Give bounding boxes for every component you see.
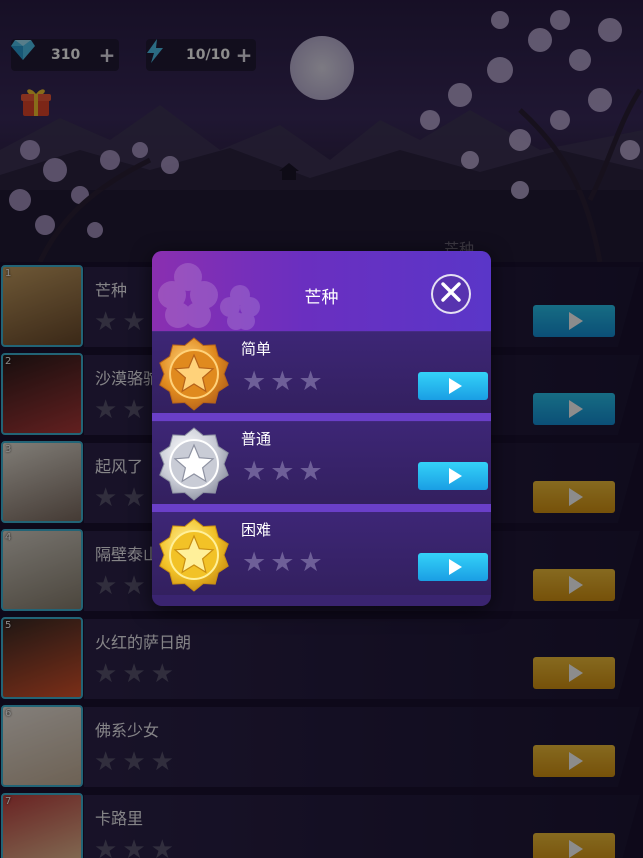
play-icon bbox=[448, 468, 462, 484]
star-icon: ★ bbox=[270, 547, 295, 578]
star-icon: ★ bbox=[298, 547, 323, 578]
difficulty-separator bbox=[152, 413, 491, 421]
difficulty-play-button[interactable] bbox=[418, 553, 488, 581]
star-icon: ★ bbox=[242, 366, 267, 397]
difficulty-name: 困难 bbox=[241, 521, 272, 539]
difficulty-star-rating: ★ ★ ★ bbox=[242, 549, 323, 576]
difficulty-separator bbox=[152, 504, 491, 512]
star-icon: ★ bbox=[242, 456, 267, 487]
difficulty-star-rating: ★ ★ ★ bbox=[242, 458, 323, 485]
close-button[interactable] bbox=[431, 274, 471, 314]
play-icon bbox=[448, 378, 462, 394]
difficulty-row-silver: 普通 ★ ★ ★ bbox=[152, 422, 491, 504]
difficulty-name: 普通 bbox=[241, 430, 272, 448]
star-icon: ★ bbox=[242, 547, 267, 578]
bronze-medal-icon bbox=[159, 337, 229, 411]
difficulty-row-gold: 困难 ★ ★ ★ bbox=[152, 513, 491, 595]
difficulty-play-button[interactable] bbox=[418, 462, 488, 490]
star-icon: ★ bbox=[270, 366, 295, 397]
difficulty-modal: 芒种 简单 ★ ★ ★ 普通 ★ ★ ★ 困难 ★ ★ ★ bbox=[152, 251, 491, 606]
close-icon bbox=[441, 282, 461, 306]
silver-medal-icon bbox=[159, 427, 229, 501]
play-icon bbox=[448, 559, 462, 575]
difficulty-play-button[interactable] bbox=[418, 372, 488, 400]
difficulty-star-rating: ★ ★ ★ bbox=[242, 368, 323, 395]
star-icon: ★ bbox=[298, 366, 323, 397]
difficulty-row-bronze: 简单 ★ ★ ★ bbox=[152, 332, 491, 414]
star-icon: ★ bbox=[298, 456, 323, 487]
difficulty-name: 简单 bbox=[241, 340, 272, 358]
modal-header: 芒种 bbox=[152, 251, 491, 331]
gold-medal-icon bbox=[159, 518, 229, 592]
star-icon: ★ bbox=[270, 456, 295, 487]
